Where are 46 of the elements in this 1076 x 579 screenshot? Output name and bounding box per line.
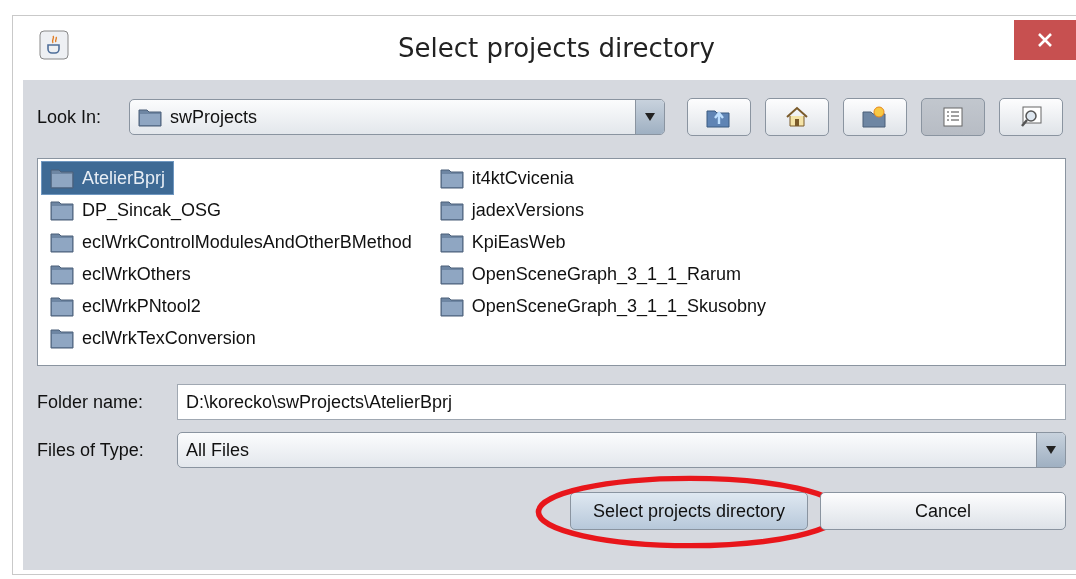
- folder-icon: [50, 199, 74, 221]
- folder-item[interactable]: OpenSceneGraph_3_1_1_Skusobny: [431, 290, 775, 322]
- folder-icon: [50, 167, 74, 189]
- folder-icon: [50, 295, 74, 317]
- dropdown-arrow-icon: [644, 112, 656, 122]
- details-view-button[interactable]: [999, 98, 1063, 136]
- folder-icon: [439, 199, 464, 221]
- folder-icon: [50, 231, 74, 253]
- close-icon: [1036, 31, 1054, 49]
- files-of-type-dropdown[interactable]: All Files: [177, 432, 1066, 468]
- folder-icon: [439, 295, 464, 317]
- cup-icon: [39, 30, 69, 60]
- folder-item[interactable]: KpiEasWeb: [431, 226, 574, 258]
- close-button[interactable]: [1014, 20, 1076, 60]
- new-folder-button[interactable]: [843, 98, 907, 136]
- folder-item[interactable]: eclWrkPNtool2: [42, 290, 209, 322]
- look-in-label: Look In:: [37, 106, 103, 128]
- folder-item[interactable]: eclWrkTexConversion: [42, 322, 264, 354]
- folder-icon: [439, 167, 464, 189]
- folder-item[interactable]: eclWrkControlModulesAndOtherBMethod: [42, 226, 420, 258]
- select-button[interactable]: Select projects directory: [570, 492, 808, 530]
- list-icon: [943, 107, 963, 127]
- folder-item[interactable]: DP_Sincak_OSG: [42, 194, 230, 226]
- folder-icon: [138, 107, 162, 127]
- look-in-dropdown[interactable]: swProjects: [129, 99, 665, 135]
- folder-name-field[interactable]: D:\korecko\swProjects\AtelierBprj: [177, 384, 1066, 420]
- cancel-button[interactable]: Cancel: [820, 492, 1066, 530]
- magnifier-icon: [1020, 106, 1042, 128]
- dropdown-arrow-icon: [1045, 445, 1057, 455]
- folder-item[interactable]: AtelierBprj: [42, 162, 174, 194]
- folder-icon: [50, 327, 74, 349]
- home-button[interactable]: [765, 98, 829, 136]
- folder-icon: [439, 231, 464, 253]
- folder-item[interactable]: OpenSceneGraph_3_1_1_Rarum: [431, 258, 749, 290]
- list-view-button[interactable]: [921, 98, 985, 136]
- folder-icon: [50, 263, 74, 285]
- folder-item[interactable]: it4ktCvicenia: [431, 162, 582, 194]
- folder-item[interactable]: jadexVersions: [431, 194, 592, 226]
- home-icon: [785, 106, 809, 128]
- folder-name-label: Folder name:: [37, 391, 145, 413]
- new-folder-icon: [862, 106, 888, 128]
- files-of-type-label: Files of Type:: [37, 439, 145, 461]
- up-folder-button[interactable]: [687, 98, 751, 136]
- folder-icon: [439, 263, 464, 285]
- window-title: Select projects directory: [397, 33, 716, 63]
- folder-item[interactable]: eclWrkOthers: [42, 258, 199, 290]
